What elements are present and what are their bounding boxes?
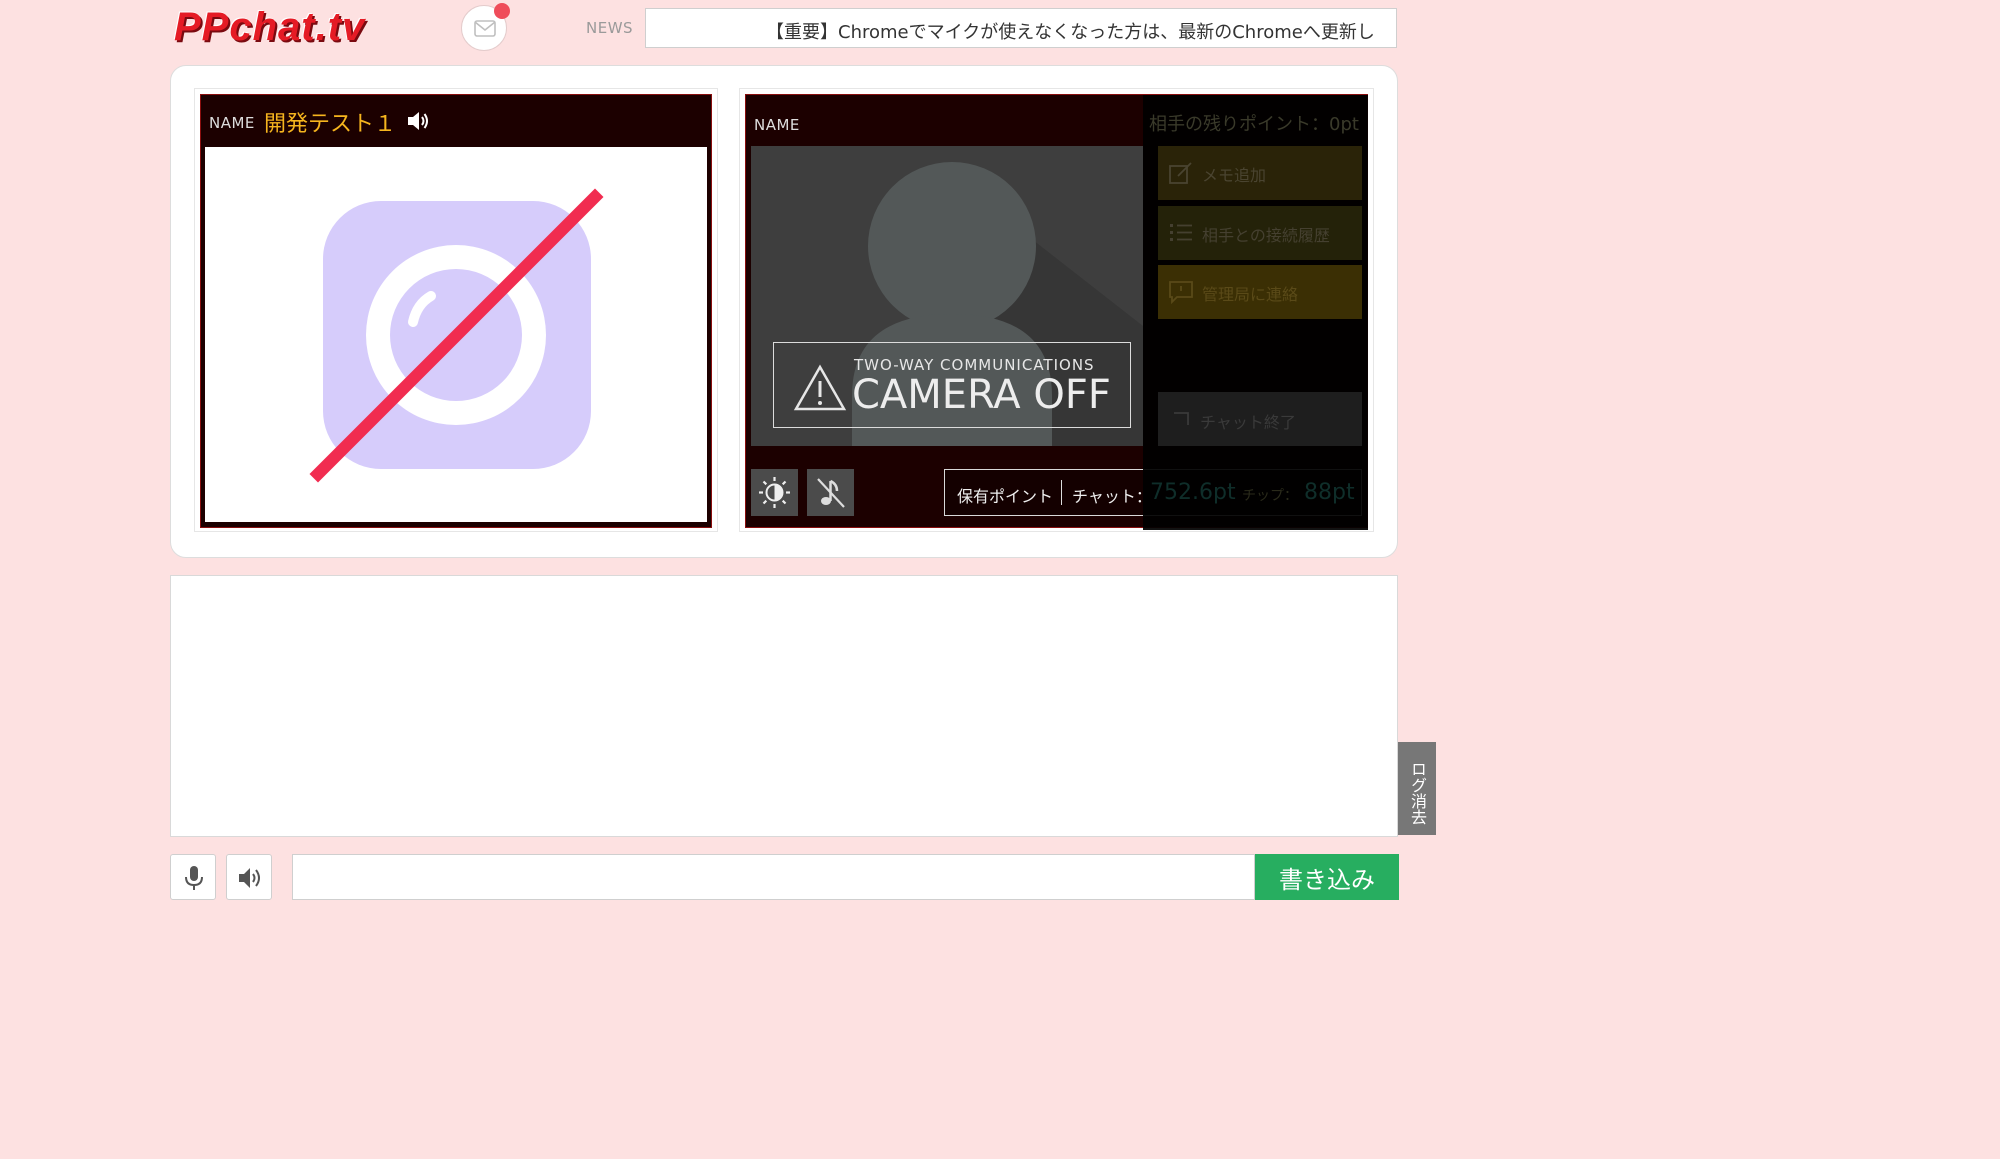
end-chat-label: チャット終了	[1200, 413, 1296, 432]
memo-icon	[1169, 162, 1192, 184]
memo-add-label: メモ追加	[1202, 166, 1267, 185]
list-icon	[1170, 224, 1192, 241]
news-text: 【重要】Chromeでマイクが使えなくなった方は、最新のChromeへ更新し	[766, 22, 1375, 43]
self-video	[205, 147, 707, 522]
notification-badge	[494, 3, 510, 19]
brightness-icon	[759, 477, 790, 508]
sound-off-button[interactable]	[807, 469, 854, 516]
microphone-icon	[185, 866, 203, 890]
remaining-points: 相手の残りポイント：0pt	[1149, 114, 1359, 135]
clear-log-button[interactable]: ログ消去	[1398, 742, 1436, 835]
points-divider	[1061, 480, 1062, 505]
camera-off-icon	[309, 188, 604, 483]
volume-button[interactable]	[226, 854, 272, 900]
speaker-icon[interactable]	[406, 110, 430, 132]
camera-off-title: CAMERA OFF	[852, 372, 1111, 418]
points-label: 保有ポイント	[957, 487, 1054, 506]
music-off-icon	[817, 478, 845, 508]
connection-history-button[interactable]: 相手との接続履歴	[1158, 206, 1362, 260]
speaker-icon	[239, 868, 260, 888]
self-name-value: 開発テスト１	[264, 112, 397, 137]
contact-admin-label: 管理局に連絡	[1202, 285, 1299, 304]
news-ticker[interactable]: 【重要】Chromeでマイクが使えなくなった方は、最新のChromeへ更新し	[645, 8, 1397, 48]
chat-points-value: 752.6pt	[1150, 480, 1236, 505]
send-button[interactable]: 書き込み	[1255, 854, 1399, 900]
logo[interactable]: PPchat.tv	[174, 6, 436, 48]
brightness-button[interactable]	[751, 469, 798, 516]
return-icon	[1174, 412, 1189, 425]
warning-icon	[793, 364, 847, 411]
chat-log[interactable]	[170, 575, 1398, 837]
microphone-button[interactable]	[170, 854, 216, 900]
chat-points-label: チャット：	[1072, 487, 1152, 506]
end-chat-button[interactable]: チャット終了	[1158, 392, 1362, 446]
contact-admin-button[interactable]: 管理局に連絡	[1158, 265, 1362, 319]
chat-bubble-icon	[1169, 281, 1193, 304]
mail-icon	[474, 20, 496, 37]
self-name-label: NAME	[209, 114, 255, 132]
message-input[interactable]	[292, 854, 1255, 900]
peer-name-label: NAME	[754, 116, 800, 134]
memo-add-button[interactable]: メモ追加	[1158, 146, 1362, 200]
news-label: NEWS	[586, 19, 634, 37]
chip-points-label: チップ：	[1242, 488, 1298, 504]
connection-history-label: 相手との接続履歴	[1202, 226, 1330, 245]
chip-points-value: 88pt	[1304, 480, 1355, 505]
